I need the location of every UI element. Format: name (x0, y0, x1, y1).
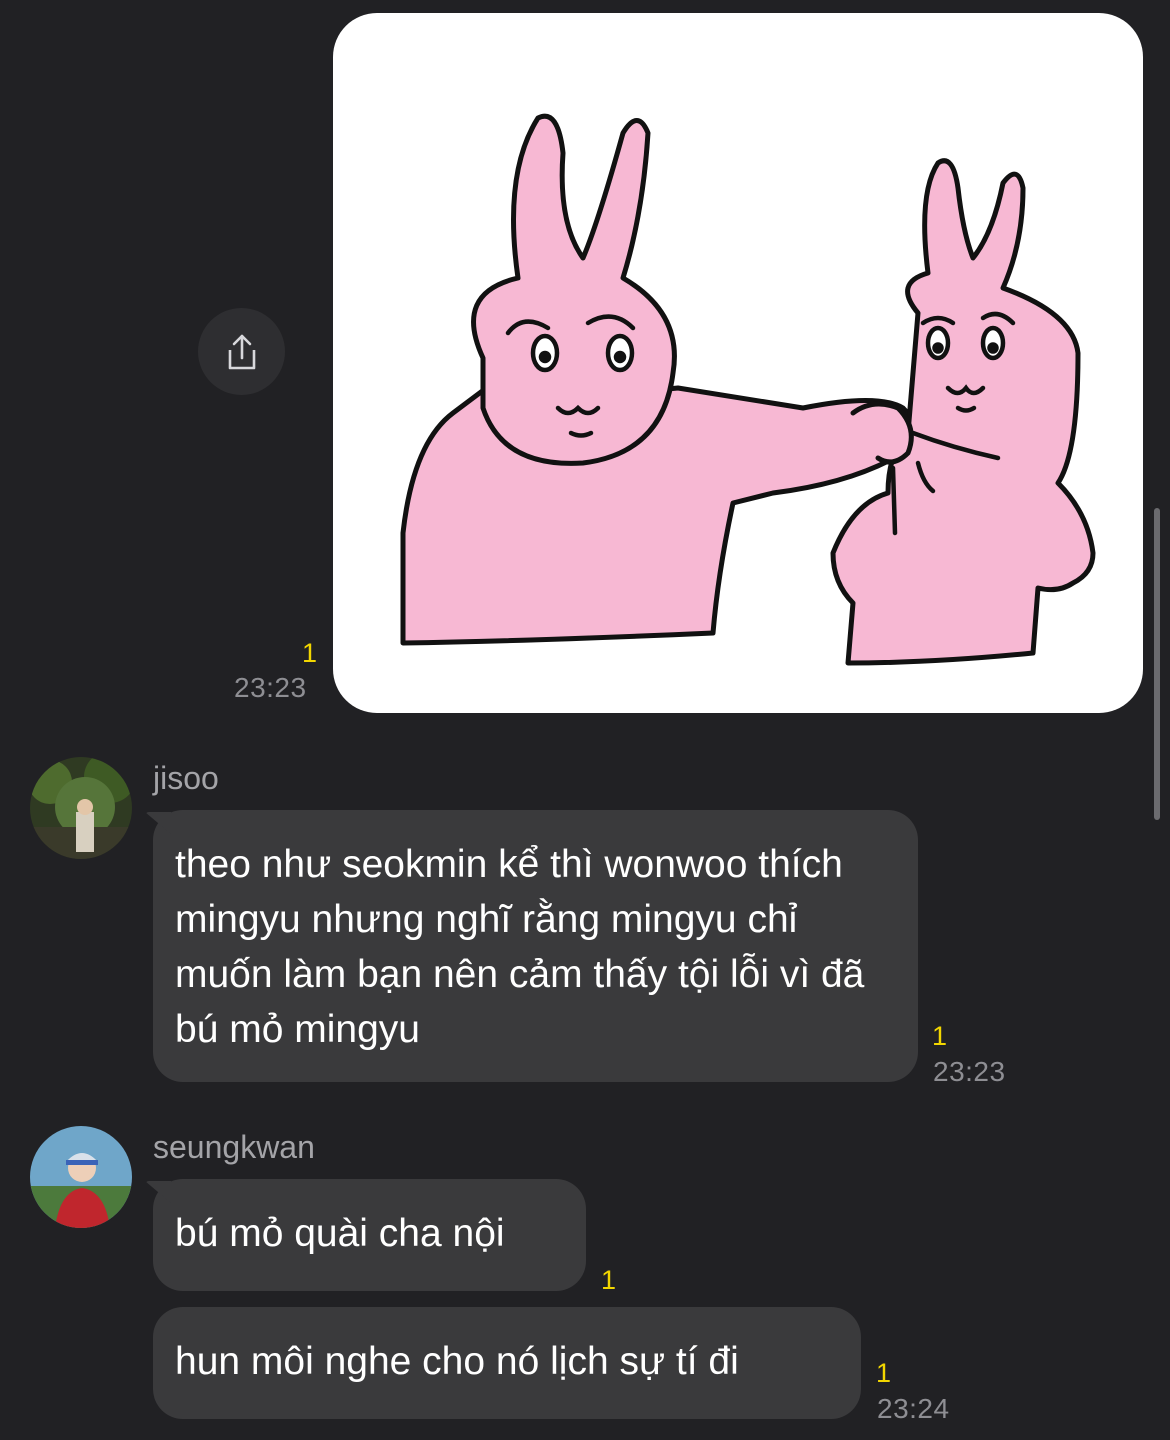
read-count: 1 (876, 1358, 892, 1388)
message-text: bú mỏ quài cha nội (175, 1212, 505, 1255)
sender-name: seungkwan (153, 1129, 315, 1165)
scrollbar[interactable] (1154, 508, 1160, 820)
sender-name: jisoo (153, 760, 219, 796)
message-bubble[interactable]: hun môi nghe cho nó lịch sự tí đi (153, 1307, 861, 1419)
share-button[interactable] (198, 308, 285, 395)
share-icon (222, 332, 262, 372)
avatar-jisoo[interactable] (30, 757, 132, 859)
read-count: 1 (302, 638, 318, 668)
read-count: 1 (932, 1021, 948, 1051)
message-bubble[interactable]: bú mỏ quài cha nội (153, 1179, 586, 1291)
avatar-seungkwan[interactable] (30, 1126, 132, 1228)
message-bubble[interactable]: theo như seokmin kể thì wonwoo thích min… (153, 810, 918, 1082)
rabbit-sticker-image (400, 113, 1096, 666)
timestamp: 23:24 (877, 1393, 950, 1424)
message-text: theo như seokmin kể thì wonwoo thích min… (175, 843, 865, 1051)
timestamp: 23:23 (933, 1056, 1006, 1087)
message-text: hun môi nghe cho nó lịch sự tí đi (175, 1340, 739, 1383)
sticker-message[interactable] (333, 13, 1143, 713)
read-count: 1 (601, 1265, 617, 1295)
timestamp: 23:23 (234, 672, 307, 703)
